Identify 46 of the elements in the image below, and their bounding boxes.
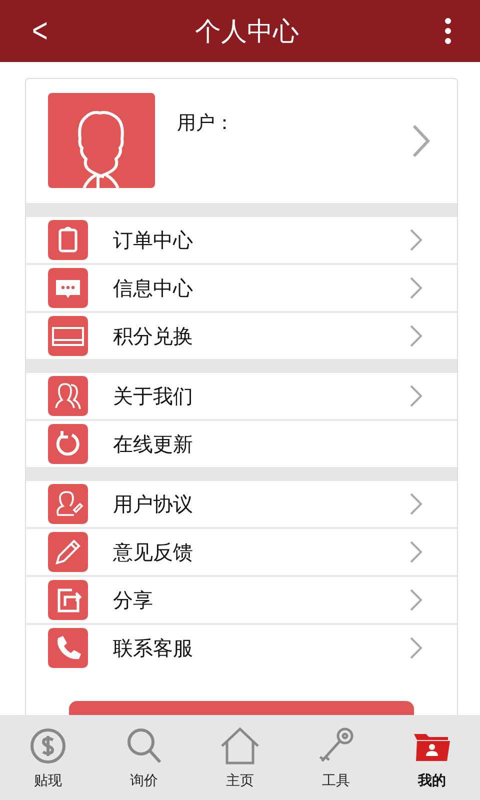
menu-item-label: 关于我们 bbox=[112, 382, 194, 410]
profile-row[interactable]: 用户： bbox=[26, 79, 457, 203]
menu-item-label: 订单中心 bbox=[112, 226, 194, 254]
menu-item[interactable]: 订单中心 bbox=[26, 217, 457, 265]
menu-item-label: 积分兑换 bbox=[112, 322, 194, 350]
back-button[interactable]: < bbox=[32, 12, 48, 50]
menu-item-label: 意见反馈 bbox=[112, 538, 194, 566]
dollar-icon bbox=[28, 726, 68, 766]
chevron-icon bbox=[411, 124, 431, 158]
menu-item-label: 在线更新 bbox=[112, 430, 194, 458]
menu-item[interactable]: 信息中心 bbox=[26, 265, 457, 313]
menu-item[interactable]: 在线更新 bbox=[26, 421, 457, 467]
tab-label: 询价 bbox=[130, 772, 158, 790]
user-edit-icon bbox=[48, 484, 88, 524]
tab[interactable]: 主页 bbox=[192, 715, 288, 800]
home-icon bbox=[220, 726, 260, 766]
phone-icon bbox=[48, 628, 88, 668]
menu-item[interactable]: 分享 bbox=[26, 577, 457, 625]
tab[interactable]: 工具 bbox=[288, 715, 384, 800]
menu-item-label: 分享 bbox=[112, 586, 154, 614]
menu-item[interactable]: 关于我们 bbox=[26, 373, 457, 421]
more-icon[interactable] bbox=[444, 18, 452, 44]
refresh-icon bbox=[48, 424, 88, 464]
people-icon bbox=[48, 376, 88, 416]
tab[interactable]: 我的 bbox=[384, 715, 480, 800]
pencil-icon bbox=[48, 532, 88, 572]
tab-label: 贴现 bbox=[34, 772, 62, 790]
menu-item-label: 联系客服 bbox=[112, 634, 194, 662]
menu-item-label: 用户协议 bbox=[112, 490, 194, 518]
menu-item[interactable]: 用户协议 bbox=[26, 481, 457, 529]
message-icon bbox=[48, 268, 88, 308]
tab[interactable]: 询价 bbox=[96, 715, 192, 800]
menu-item[interactable]: 积分兑换 bbox=[26, 313, 457, 359]
clipboard-icon bbox=[48, 220, 88, 260]
share-icon bbox=[48, 580, 88, 620]
tab-label: 主页 bbox=[226, 772, 254, 790]
avatar-icon bbox=[48, 93, 155, 188]
card-icon bbox=[48, 316, 88, 356]
menu-item-label: 信息中心 bbox=[112, 274, 194, 302]
tab-label: 工具 bbox=[322, 772, 350, 790]
menu-item[interactable]: 意见反馈 bbox=[26, 529, 457, 577]
tab-label: 我的 bbox=[418, 772, 446, 790]
tab[interactable]: 贴现 bbox=[0, 715, 96, 800]
page-title: 个人中心 bbox=[194, 16, 299, 48]
user-label: 用户： bbox=[177, 112, 234, 134]
menu-item[interactable]: 联系客服 bbox=[26, 625, 457, 671]
